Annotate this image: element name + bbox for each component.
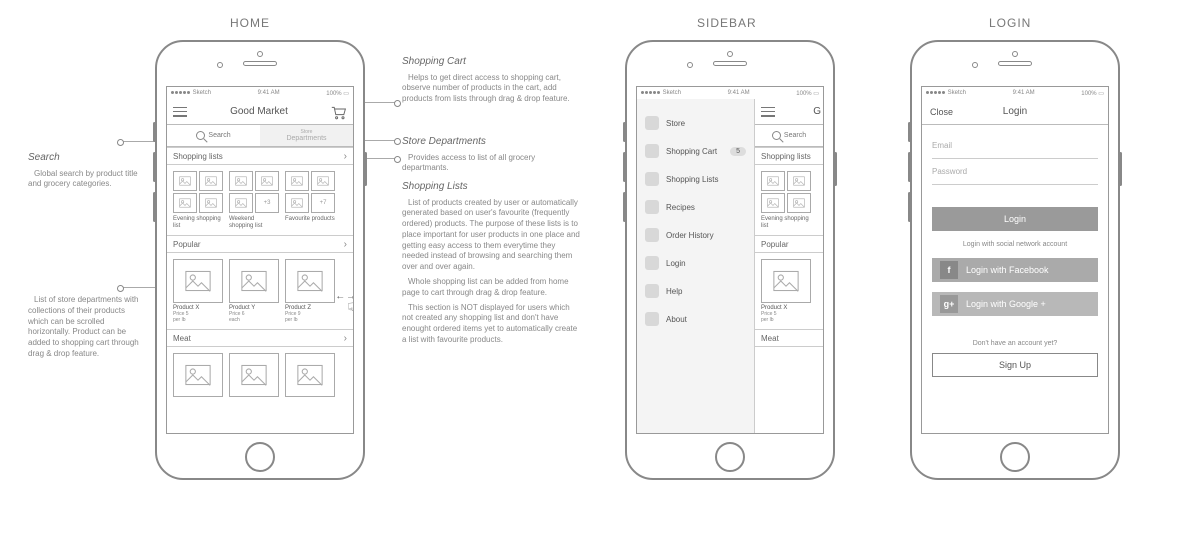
shopping-lists-row[interactable]: Evening shopping list +3 Weekend shoppin… (167, 165, 353, 235)
chevron-right-icon: › (344, 333, 347, 344)
about-icon (645, 312, 659, 326)
help-icon (645, 284, 659, 298)
social-caption: Login with social network account (922, 241, 1108, 248)
tab-search[interactable]: Search (167, 125, 260, 146)
list-item[interactable]: Evening shopping list (173, 171, 223, 229)
drag-hand-icon: ☟ (347, 299, 353, 319)
search-icon (772, 131, 781, 140)
facebook-icon: f (940, 261, 958, 279)
product-card[interactable]: Product ZPrice 9per lb (285, 259, 335, 323)
sidebar-item-login[interactable]: Login (637, 249, 754, 277)
tab-search[interactable]: Search (755, 125, 823, 146)
signup-button[interactable]: Sign Up (932, 353, 1098, 377)
home-button[interactable] (1000, 442, 1030, 472)
heading-sidebar: SIDEBAR (697, 16, 757, 30)
recipes-icon (645, 200, 659, 214)
close-button[interactable]: Close (930, 107, 953, 117)
annotation-lists: Shopping Lists List of products created … (402, 180, 580, 346)
menu-icon[interactable] (173, 107, 187, 117)
login-button[interactable]: Login (932, 207, 1098, 231)
sidebar-menu: Store Shopping Cart5 Shopping Lists Reci… (637, 99, 755, 433)
sidebar-item-lists[interactable]: Shopping Lists (637, 165, 754, 193)
sidebar-item-recipes[interactable]: Recipes (637, 193, 754, 221)
product-card[interactable]: Product XPrice 5per lb (173, 259, 223, 323)
chevron-right-icon: › (344, 151, 347, 162)
app-title: Good Market (230, 106, 288, 117)
annotation-departments: Store Departments Provides access to lis… (402, 135, 572, 174)
annotation-search: Search Global search by product title an… (28, 151, 138, 190)
login-facebook-button[interactable]: fLogin with Facebook (932, 258, 1098, 282)
cart-icon[interactable] (331, 106, 347, 118)
section-popular[interactable]: Popular› (167, 235, 353, 253)
menu-icon[interactable] (761, 107, 775, 117)
chevron-right-icon: › (344, 239, 347, 250)
content-behind-sidebar: G Search Shopping lists Evening shopping… (755, 99, 823, 433)
search-icon (196, 131, 205, 140)
tab-departments[interactable]: StoreDepartments (260, 125, 353, 146)
meat-row[interactable] (167, 347, 353, 403)
phone-sidebar: Sketch 9:41 AM 100% ▭ Store Shopping Car… (625, 40, 835, 480)
phone-login: Sketch 9:41 AM 100% ▭ Close Login Email … (910, 40, 1120, 480)
product-card[interactable]: Product YPrice 6each (229, 259, 279, 323)
login-google-button[interactable]: g+Login with Google + (932, 292, 1098, 316)
signup-caption: Don't have an account yet? (922, 340, 1108, 347)
list-icon (645, 172, 659, 186)
status-bar: Sketch 9:41 AM 100% ▭ (637, 87, 823, 99)
page-title: Login (1003, 106, 1027, 117)
phone-home: Sketch 9:41 AM 100% ▭ Good Market Search… (155, 40, 365, 480)
section-shopping-lists[interactable]: Shopping lists› (167, 147, 353, 165)
store-icon (645, 116, 659, 130)
sidebar-item-orders[interactable]: Order History (637, 221, 754, 249)
cart-icon (645, 144, 659, 158)
heading-login: LOGIN (989, 16, 1031, 30)
home-button[interactable] (715, 442, 745, 472)
login-icon (645, 256, 659, 270)
sidebar-item-about[interactable]: About (637, 305, 754, 333)
sidebar-item-store[interactable]: Store (637, 109, 754, 137)
section-meat[interactable]: Meat› (167, 329, 353, 347)
sidebar-item-cart[interactable]: Shopping Cart5 (637, 137, 754, 165)
password-field[interactable]: Password (932, 159, 1098, 185)
list-item[interactable]: +7 Favourite products (285, 171, 335, 229)
popular-row[interactable]: Product XPrice 5per lb Product YPrice 6e… (167, 253, 353, 329)
home-button[interactable] (245, 442, 275, 472)
history-icon (645, 228, 659, 242)
email-field[interactable]: Email (932, 133, 1098, 159)
sidebar-item-help[interactable]: Help (637, 277, 754, 305)
status-bar: Sketch 9:41 AM 100% ▭ (922, 87, 1108, 99)
annotation-dept-list: List of store departments with collectio… (28, 295, 143, 360)
status-bar: Sketch 9:41 AM 100% ▭ (167, 87, 353, 99)
list-item[interactable]: +3 Weekend shopping list (229, 171, 279, 229)
annotation-cart: Shopping Cart Helps to get direct access… (402, 55, 572, 105)
cart-badge: 5 (730, 147, 746, 156)
google-plus-icon: g+ (940, 295, 958, 313)
heading-home: HOME (230, 16, 270, 30)
